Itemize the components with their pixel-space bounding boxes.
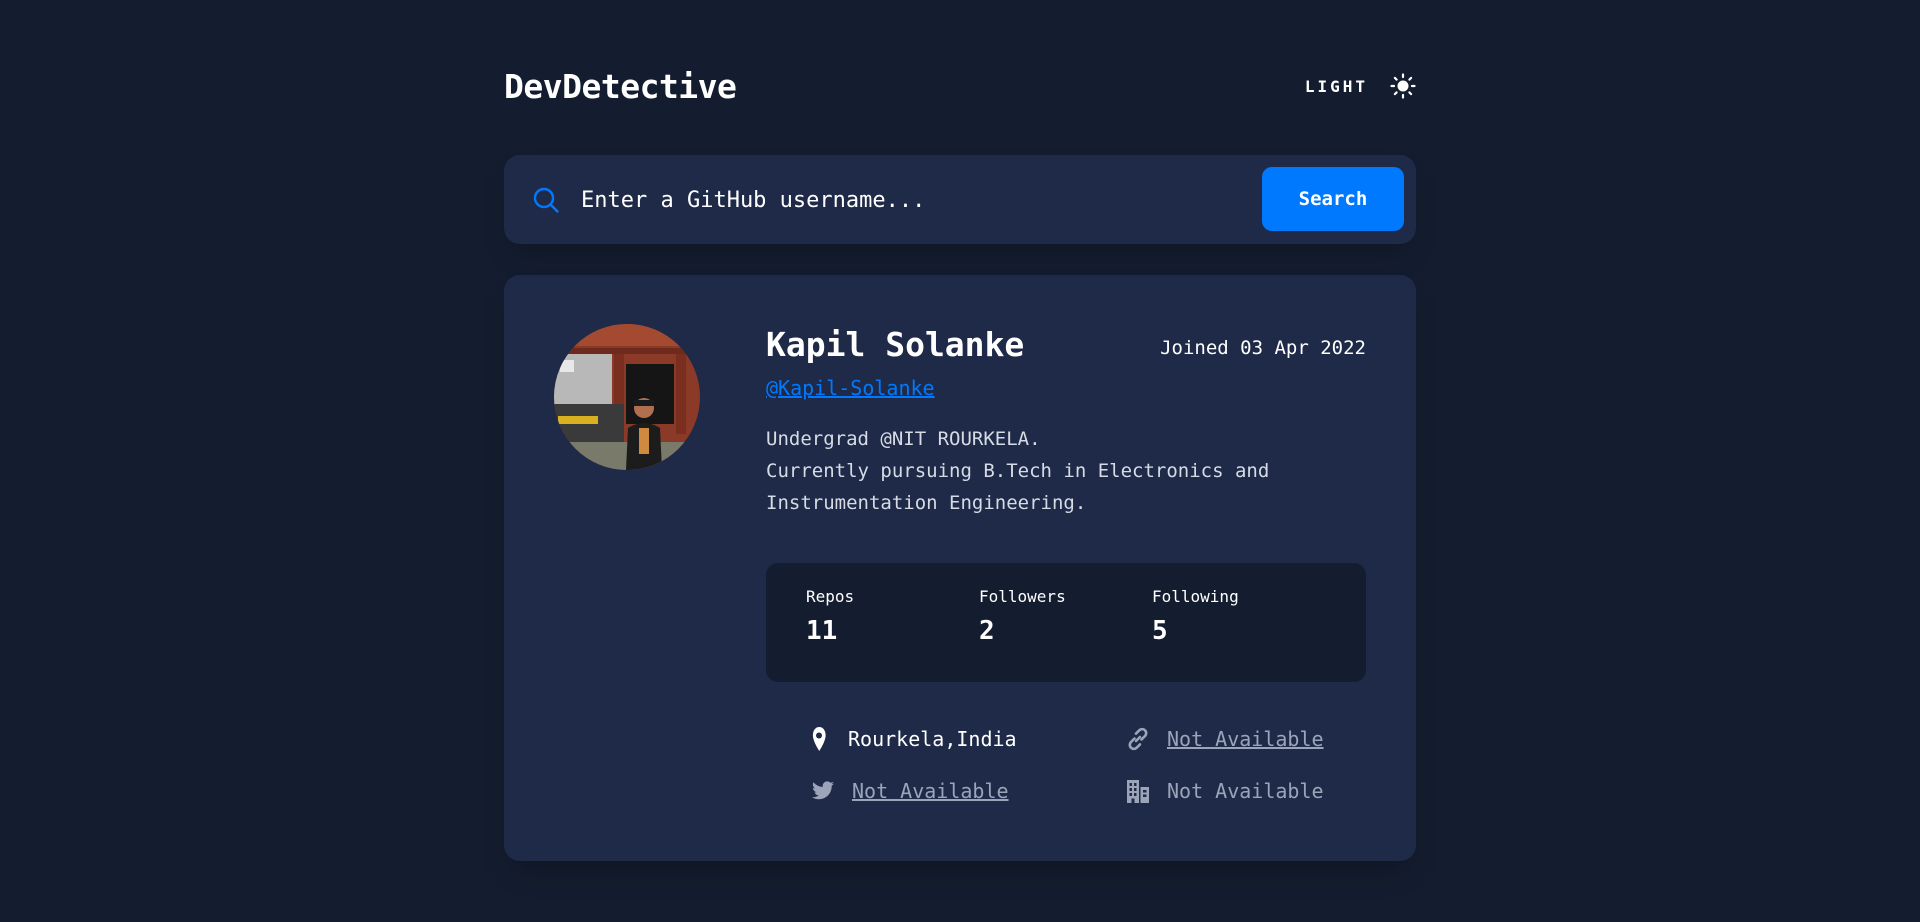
office-building-icon: [1127, 780, 1149, 803]
stat-following-value: 5: [1152, 616, 1168, 646]
stat-following-label: Following: [1152, 587, 1239, 606]
stat-repos-label: Repos: [806, 587, 855, 606]
sun-icon: [1390, 73, 1416, 99]
search-icon: [533, 187, 559, 213]
avatar: [554, 324, 700, 470]
stat-repos-value: 11: [806, 616, 838, 646]
location-item: Rourkela,India: [806, 726, 1017, 752]
search-input[interactable]: [579, 177, 1223, 223]
search-bar: Search: [504, 155, 1416, 244]
twitter-link[interactable]: Not Available: [852, 779, 1009, 803]
twitter-icon: [812, 781, 834, 800]
stat-followers-value: 2: [979, 616, 995, 646]
username-link[interactable]: @Kapil-Solanke: [766, 376, 935, 400]
theme-toggle-button[interactable]: LIGHT: [1305, 73, 1416, 99]
profile-card: Kapil Solanke Joined 03 Apr 2022 @Kapil-…: [504, 275, 1416, 861]
search-button[interactable]: Search: [1262, 167, 1404, 231]
app-logo: DevDetective: [504, 66, 737, 106]
stat-followers-label: Followers: [979, 587, 1066, 606]
theme-toggle-label: LIGHT: [1304, 76, 1368, 96]
website-link[interactable]: Not Available: [1167, 727, 1324, 751]
stats-panel: Repos 11 Followers 2 Following 5: [766, 563, 1366, 682]
stat-following: Following 5: [1152, 587, 1239, 646]
joined-date: Joined 03 Apr 2022: [1160, 337, 1366, 359]
stat-followers: Followers 2: [979, 587, 1066, 646]
twitter-item: Not Available: [810, 778, 1009, 804]
website-item: Not Available: [1125, 726, 1324, 752]
profile-bio: Undergrad @NIT ROURKELA. Currently pursu…: [766, 428, 1270, 514]
header: DevDetective LIGHT: [504, 62, 1416, 110]
location-text: Rourkela,India: [848, 727, 1017, 751]
stat-repos: Repos 11: [806, 587, 854, 646]
profile-name: Kapil Solanke: [766, 325, 1025, 364]
company-text: Not Available: [1167, 779, 1324, 803]
location-pin-icon: [812, 727, 826, 751]
company-item: Not Available: [1125, 778, 1324, 804]
link-icon: [1128, 727, 1148, 751]
